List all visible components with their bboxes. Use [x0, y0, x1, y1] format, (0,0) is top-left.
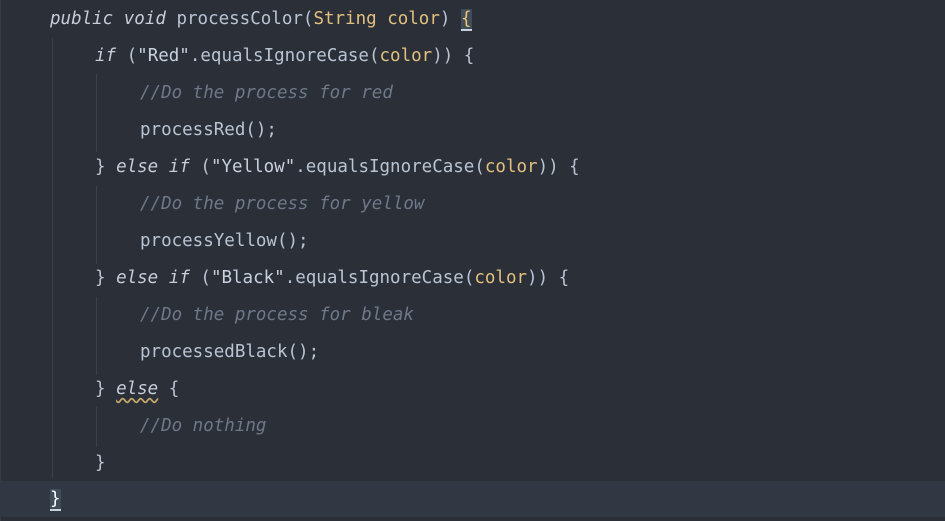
- code-line-2[interactable]: if ("Red".equalsIgnoreCase(color)) {: [95, 43, 474, 69]
- code-token: //Do the process for bleak: [140, 305, 414, 325]
- code-token: color: [379, 46, 433, 66]
- code-token: //Do the process for yellow: [140, 194, 425, 214]
- code-token: public: [50, 9, 114, 29]
- code-token: color: [484, 157, 538, 177]
- code-token: else: [116, 379, 159, 399]
- code-token: "Red": [137, 46, 190, 66]
- code-line-9[interactable]: //Do the process for bleak: [140, 302, 414, 328]
- code-token: if: [168, 268, 190, 288]
- code-token: .equalsIgnoreCase(: [295, 157, 485, 177]
- code-token: )) {: [537, 157, 580, 177]
- code-token: else: [116, 157, 159, 177]
- code-token: {: [158, 379, 180, 399]
- code-token: }: [95, 453, 106, 473]
- indent-guide: [96, 186, 97, 264]
- code-token: .equalsIgnoreCase(: [284, 268, 475, 288]
- code-line-10[interactable]: processedBlack();: [140, 339, 319, 365]
- indent-guide: [52, 38, 53, 478]
- code-line-6[interactable]: //Do the process for yellow: [140, 191, 424, 217]
- code-line-8[interactable]: } else if ("Black".equalsIgnoreCase(colo…: [95, 265, 569, 291]
- code-token: //Do nothing: [140, 416, 267, 436]
- code-token: ): [439, 9, 461, 29]
- code-token: processColor(: [165, 9, 314, 29]
- code-token: (: [189, 268, 211, 288]
- code-token: if: [168, 157, 190, 177]
- code-token: void: [123, 9, 166, 29]
- code-token: {: [460, 9, 472, 31]
- code-token: String: [313, 9, 377, 29]
- code-line-11[interactable]: } else {: [95, 376, 179, 402]
- code-line-4[interactable]: processRed();: [140, 117, 277, 143]
- code-token: "Yellow": [210, 157, 296, 177]
- code-line-7[interactable]: processYellow();: [140, 228, 309, 254]
- code-token: }: [50, 489, 61, 511]
- code-token: color: [387, 9, 440, 29]
- indent-guide: [96, 407, 97, 447]
- code-token: }: [95, 157, 117, 177]
- code-token: (: [116, 46, 138, 66]
- code-token: .equalsIgnoreCase(: [189, 46, 380, 66]
- code-token: processRed();: [140, 120, 277, 140]
- code-token: color: [474, 268, 528, 288]
- code-token: "Black": [210, 268, 285, 288]
- indent-guide: [96, 297, 97, 375]
- code-token: }: [95, 379, 117, 399]
- code-token: if: [95, 46, 117, 66]
- code-line-12[interactable]: //Do nothing: [140, 413, 266, 439]
- code-token: //Do the process for red: [140, 83, 393, 103]
- code-editor[interactable]: public void processColor(String color) {…: [0, 0, 945, 521]
- code-token: (: [189, 157, 211, 177]
- code-token: processedBlack();: [140, 342, 320, 362]
- code-token: processYellow();: [140, 231, 309, 251]
- code-line-14[interactable]: }: [50, 486, 61, 512]
- code-token: )) {: [432, 46, 475, 66]
- code-line-13[interactable]: }: [95, 450, 106, 476]
- code-token: )) {: [527, 268, 570, 288]
- code-token: }: [95, 268, 117, 288]
- code-line-1[interactable]: public void processColor(String color) {: [50, 6, 472, 32]
- code-line-3[interactable]: //Do the process for red: [140, 80, 393, 106]
- gutter-divider: [0, 0, 1, 521]
- indent-guide: [96, 74, 97, 152]
- code-line-5[interactable]: } else if ("Yellow".equalsIgnoreCase(col…: [95, 154, 580, 180]
- code-token: else: [116, 268, 159, 288]
- current-line-highlight: [0, 481, 945, 517]
